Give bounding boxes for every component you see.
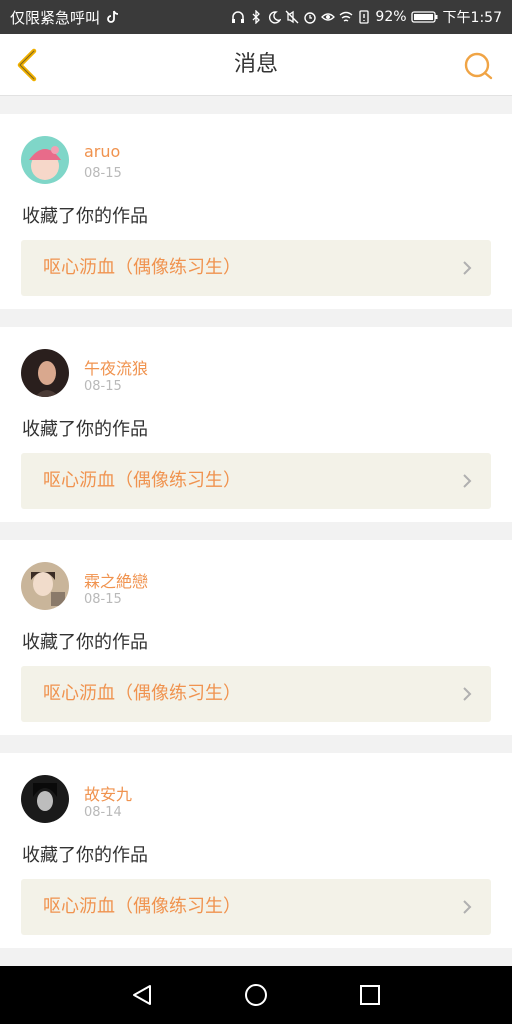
- home-circle-icon[interactable]: [244, 983, 268, 1007]
- work-title: 呕心沥血（偶像练习生）: [43, 896, 241, 917]
- mute-icon: [285, 10, 299, 24]
- work-title: 呕心沥血（偶像练习生）: [43, 257, 241, 278]
- status-bar: 仅限紧急呼叫 92% 下午1:57: [0, 0, 512, 34]
- battery-percent: 92%: [375, 9, 407, 25]
- work-link[interactable]: 呕心沥血（偶像练习生）: [21, 879, 491, 935]
- chevron-right-icon: [463, 687, 472, 701]
- chevron-right-icon: [463, 261, 472, 275]
- search-icon[interactable]: [462, 50, 494, 82]
- username[interactable]: 午夜流狼: [84, 355, 148, 379]
- clock-time: 下午1:57: [442, 10, 502, 26]
- headphones-icon: [232, 11, 245, 23]
- avatar[interactable]: [21, 775, 69, 823]
- back-triangle-icon[interactable]: [130, 983, 154, 1007]
- battery-icon: [410, 11, 438, 23]
- avatar[interactable]: [21, 349, 69, 397]
- notification-list: aruo 08-15 收藏了你的作品 呕心沥血（偶像练习生） 午夜流狼 08-1…: [0, 96, 512, 948]
- chevron-right-icon: [463, 900, 472, 914]
- recents-square-icon[interactable]: [358, 983, 382, 1007]
- notification-date: 08-15: [84, 379, 122, 394]
- carrier-text: 仅限紧急呼叫: [10, 8, 101, 27]
- action-text: 收藏了你的作品: [22, 845, 148, 866]
- chevron-right-icon: [463, 474, 472, 488]
- username[interactable]: 霖之絶戀: [84, 568, 148, 592]
- action-text: 收藏了你的作品: [22, 632, 148, 653]
- work-link[interactable]: 呕心沥血（偶像练习生）: [21, 666, 491, 722]
- alarm-icon: [304, 12, 317, 24]
- notification-card: 霖之絶戀 08-15 收藏了你的作品 呕心沥血（偶像练习生）: [0, 540, 512, 735]
- sim-alert-icon: [359, 10, 370, 24]
- app-header: 消息: [0, 34, 512, 96]
- status-right: 92% 下午1:57: [231, 7, 502, 27]
- bluetooth-icon: [252, 10, 261, 24]
- wifi-icon: [339, 11, 353, 22]
- action-text: 收藏了你的作品: [22, 419, 148, 440]
- work-link[interactable]: 呕心沥血（偶像练习生）: [21, 453, 491, 509]
- username[interactable]: 故安九: [84, 781, 132, 805]
- username[interactable]: aruo: [84, 142, 120, 161]
- notification-card: aruo 08-15 收藏了你的作品 呕心沥血（偶像练习生）: [0, 114, 512, 309]
- status-left: 仅限紧急呼叫: [10, 7, 120, 28]
- notification-date: 08-15: [84, 592, 122, 607]
- work-title: 呕心沥血（偶像练习生）: [43, 683, 241, 704]
- notification-card: 午夜流狼 08-15 收藏了你的作品 呕心沥血（偶像练习生）: [0, 327, 512, 522]
- work-title: 呕心沥血（偶像练习生）: [43, 470, 241, 491]
- avatar[interactable]: [21, 136, 69, 184]
- tiktok-icon: [107, 10, 119, 23]
- action-text: 收藏了你的作品: [22, 206, 148, 227]
- notification-card: 故安九 08-14 收藏了你的作品 呕心沥血（偶像练习生）: [0, 753, 512, 948]
- notification-date: 08-14: [84, 805, 122, 820]
- notification-date: 08-15: [84, 166, 122, 181]
- system-nav-bar: [0, 966, 512, 1024]
- avatar[interactable]: [21, 562, 69, 610]
- eye-icon: [321, 13, 336, 21]
- work-link[interactable]: 呕心沥血（偶像练习生）: [21, 240, 491, 296]
- moon-icon: [269, 11, 282, 24]
- page-title: 消息: [233, 52, 278, 77]
